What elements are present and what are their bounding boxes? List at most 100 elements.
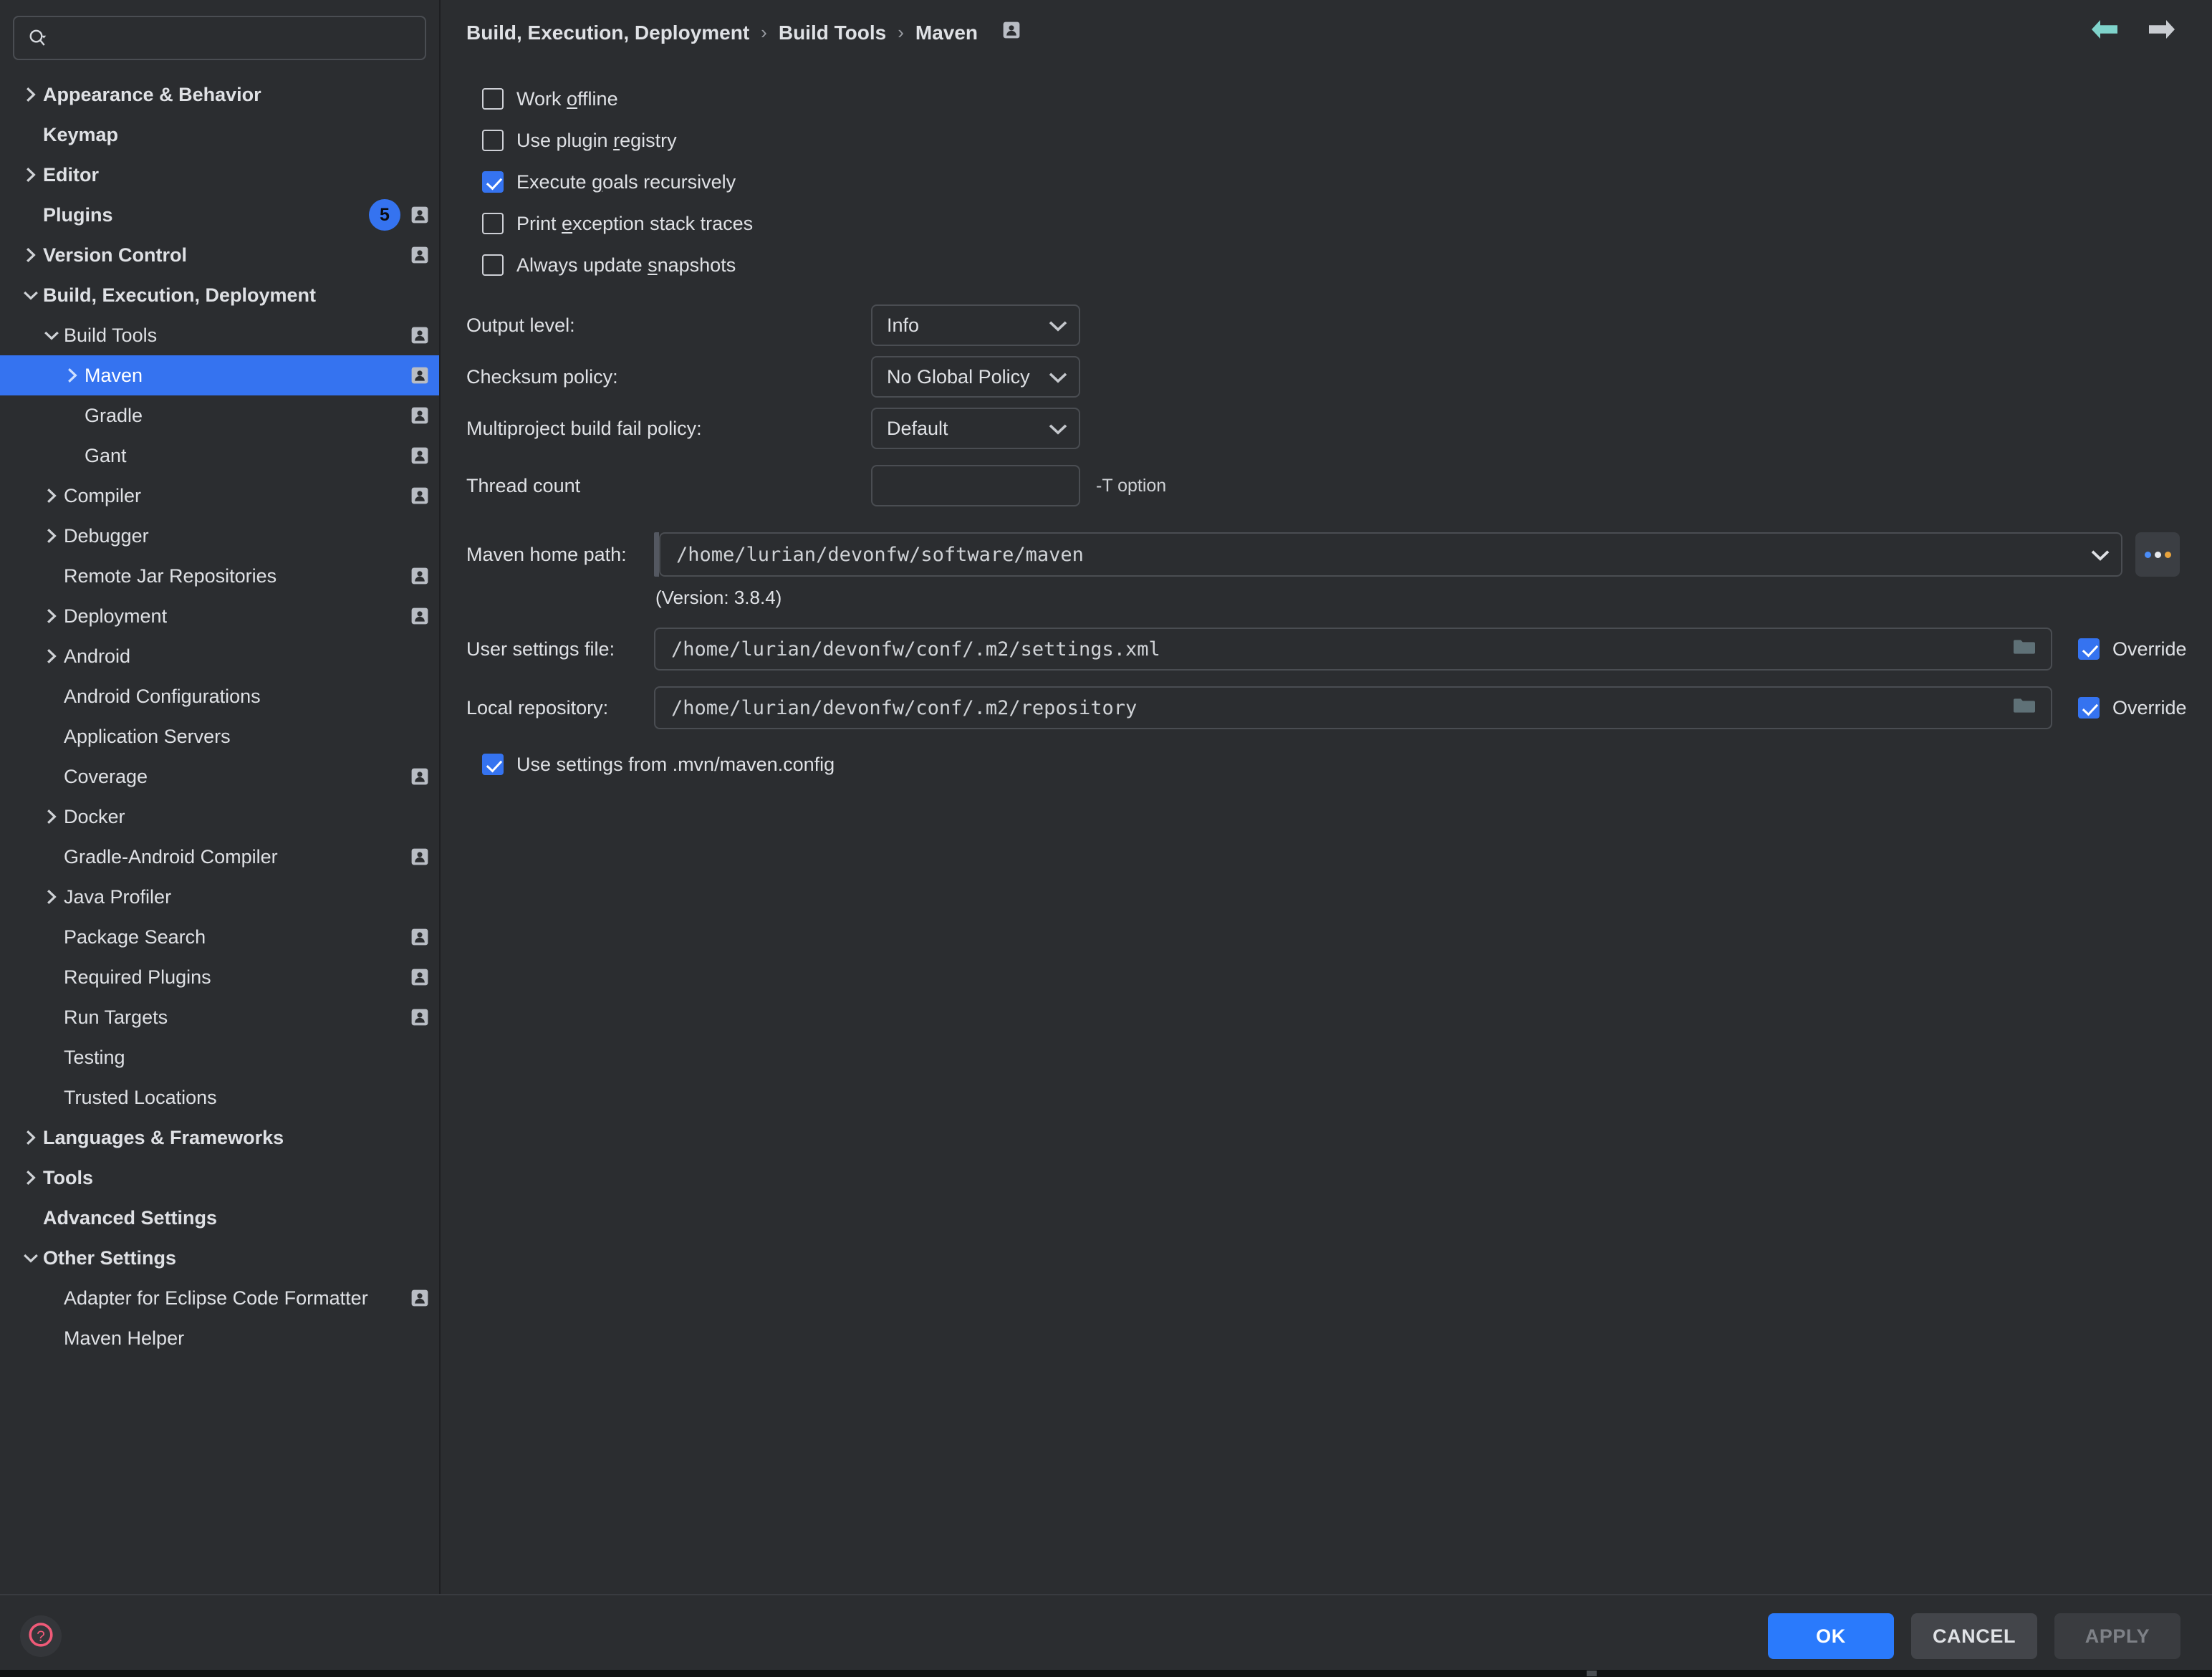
chevron-right-icon[interactable] — [60, 367, 85, 384]
chevron-right-icon[interactable] — [19, 1129, 43, 1146]
output-level-select[interactable]: Info — [871, 304, 1080, 346]
sidebar-item-required-plugins[interactable]: Required Plugins — [0, 957, 439, 997]
breadcrumb-item-1[interactable]: Build Tools — [779, 21, 886, 44]
print-exception-stack-traces-row[interactable]: Print exception stack traces — [466, 203, 2212, 244]
settings-sync-icon[interactable] — [410, 606, 429, 626]
settings-sync-icon[interactable] — [410, 1007, 429, 1027]
breadcrumb-item-0[interactable]: Build, Execution, Deployment — [466, 21, 749, 44]
sidebar-item-keymap[interactable]: Keymap — [0, 115, 439, 155]
sidebar-item-plugins[interactable]: Plugins 5 — [0, 195, 439, 235]
sidebar-item-languages-frameworks[interactable]: Languages & Frameworks — [0, 1118, 439, 1158]
chevron-down-icon[interactable] — [19, 1251, 43, 1265]
help-button[interactable]: ? — [20, 1615, 62, 1657]
search-box[interactable] — [13, 16, 426, 60]
sidebar-item-java-profiler[interactable]: Java Profiler — [0, 877, 439, 917]
chevron-right-icon[interactable] — [39, 808, 64, 825]
sidebar-item-remote-jar-repositories[interactable]: Remote Jar Repositories — [0, 556, 439, 596]
folder-icon[interactable] — [2012, 696, 2037, 721]
sidebar-item-deployment[interactable]: Deployment — [0, 596, 439, 636]
sidebar-item-other-settings[interactable]: Other Settings — [0, 1238, 439, 1278]
work-offline-row[interactable]: Work offline — [466, 78, 2212, 120]
plugins-update-badge[interactable]: 5 — [369, 199, 400, 231]
settings-sync-icon[interactable] — [1002, 20, 1021, 45]
always-update-snapshots-row[interactable]: Always update snapshots — [466, 244, 2212, 286]
settings-sync-icon[interactable] — [410, 486, 429, 506]
chevron-right-icon[interactable] — [19, 1169, 43, 1186]
settings-sync-icon[interactable] — [410, 1288, 429, 1308]
settings-sync-icon[interactable] — [410, 767, 429, 787]
sidebar-item-debugger[interactable]: Debugger — [0, 516, 439, 556]
sidebar-item-application-servers[interactable]: Application Servers — [0, 716, 439, 756]
chevron-right-icon[interactable] — [19, 166, 43, 183]
chevron-down-icon[interactable] — [39, 328, 64, 342]
sidebar-item-gant[interactable]: Gant — [0, 436, 439, 476]
execute-goals-recursively-row[interactable]: Execute goals recursively — [466, 161, 2212, 203]
sidebar-item-tools[interactable]: Tools — [0, 1158, 439, 1198]
sidebar-item-maven[interactable]: Maven — [0, 355, 439, 395]
checksum-policy-select[interactable]: No Global Policy — [871, 356, 1080, 398]
execute-goals-recursively-checkbox[interactable] — [482, 171, 504, 193]
mvn-config-row[interactable]: Use settings from .mvn/maven.config — [466, 744, 2212, 785]
sidebar-item-testing[interactable]: Testing — [0, 1037, 439, 1077]
work-offline-checkbox[interactable] — [482, 88, 504, 110]
chevron-right-icon[interactable] — [39, 607, 64, 625]
chevron-right-icon[interactable] — [19, 86, 43, 103]
local-repository-input[interactable]: /home/lurian/devonfw/conf/.m2/repository — [654, 686, 2052, 729]
chevron-right-icon[interactable] — [39, 888, 64, 905]
cancel-button[interactable]: CANCEL — [1911, 1613, 2037, 1659]
multiproject-fail-policy-select[interactable]: Default — [871, 408, 1080, 449]
sidebar-item-docker[interactable]: Docker — [0, 797, 439, 837]
settings-sync-icon[interactable] — [410, 365, 429, 385]
mvn-config-checkbox[interactable] — [482, 754, 504, 775]
chevron-right-icon[interactable] — [39, 648, 64, 665]
sidebar-item-build-tools[interactable]: Build Tools — [0, 315, 439, 355]
maven-home-path-combo[interactable]: /home/lurian/devonfw/software/maven — [659, 532, 2122, 577]
resize-handle[interactable] — [1587, 1671, 1597, 1676]
maven-home-browse-button[interactable] — [2135, 532, 2180, 577]
sidebar-item-advanced-settings[interactable]: Advanced Settings — [0, 1198, 439, 1238]
sidebar-item-appearance-behavior[interactable]: Appearance & Behavior — [0, 75, 439, 115]
sidebar-item-compiler[interactable]: Compiler — [0, 476, 439, 516]
sidebar-item-build-execution-deployment[interactable]: Build, Execution, Deployment — [0, 275, 439, 315]
sidebar-item-maven-helper[interactable]: Maven Helper — [0, 1318, 439, 1358]
chevron-right-icon[interactable] — [19, 246, 43, 264]
user-settings-override-checkbox[interactable] — [2078, 638, 2100, 660]
settings-sync-icon[interactable] — [410, 405, 429, 426]
use-plugin-registry-checkbox[interactable] — [482, 130, 504, 151]
settings-sync-icon[interactable] — [410, 245, 429, 265]
settings-sync-icon[interactable] — [410, 566, 429, 586]
settings-sync-icon[interactable] — [410, 967, 429, 987]
sidebar-item-gradle[interactable]: Gradle — [0, 395, 439, 436]
sidebar-item-coverage[interactable]: Coverage — [0, 756, 439, 797]
ok-button[interactable]: OK — [1768, 1613, 1894, 1659]
sidebar-item-version-control[interactable]: Version Control — [0, 235, 439, 275]
chevron-right-icon[interactable] — [39, 527, 64, 544]
sidebar-item-adapter-for-eclipse-code-formatter[interactable]: Adapter for Eclipse Code Formatter — [0, 1278, 439, 1318]
folder-icon[interactable] — [2012, 637, 2037, 662]
user-settings-file-input[interactable]: /home/lurian/devonfw/conf/.m2/settings.x… — [654, 628, 2052, 671]
arrow-left-icon[interactable] — [2089, 17, 2120, 45]
settings-sync-icon[interactable] — [410, 927, 429, 947]
sidebar-item-package-search[interactable]: Package Search — [0, 917, 439, 957]
print-exception-stack-traces-checkbox[interactable] — [482, 213, 504, 234]
use-plugin-registry-row[interactable]: Use plugin registry — [466, 120, 2212, 161]
arrow-right-icon[interactable] — [2146, 17, 2178, 45]
sidebar-item-android-configurations[interactable]: Android Configurations — [0, 676, 439, 716]
sidebar-item-gradle-android-compiler[interactable]: Gradle-Android Compiler — [0, 837, 439, 877]
always-update-snapshots-checkbox[interactable] — [482, 254, 504, 276]
sidebar-item-android[interactable]: Android — [0, 636, 439, 676]
breadcrumb-item-2[interactable]: Maven — [915, 21, 978, 44]
local-repository-override-checkbox[interactable] — [2078, 697, 2100, 719]
sidebar-item-run-targets[interactable]: Run Targets — [0, 997, 439, 1037]
sidebar-item-trusted-locations[interactable]: Trusted Locations — [0, 1077, 439, 1118]
chevron-down-icon[interactable] — [2091, 544, 2110, 566]
chevron-right-icon[interactable] — [39, 487, 64, 504]
settings-sync-icon[interactable] — [410, 446, 429, 466]
user-settings-override[interactable]: Override — [2078, 638, 2187, 660]
thread-count-input[interactable] — [871, 465, 1080, 506]
settings-sync-icon[interactable] — [410, 325, 429, 345]
local-repository-override[interactable]: Override — [2078, 697, 2187, 719]
chevron-down-icon[interactable] — [19, 288, 43, 302]
settings-sync-icon[interactable] — [410, 847, 429, 867]
settings-sync-icon[interactable] — [410, 205, 429, 225]
